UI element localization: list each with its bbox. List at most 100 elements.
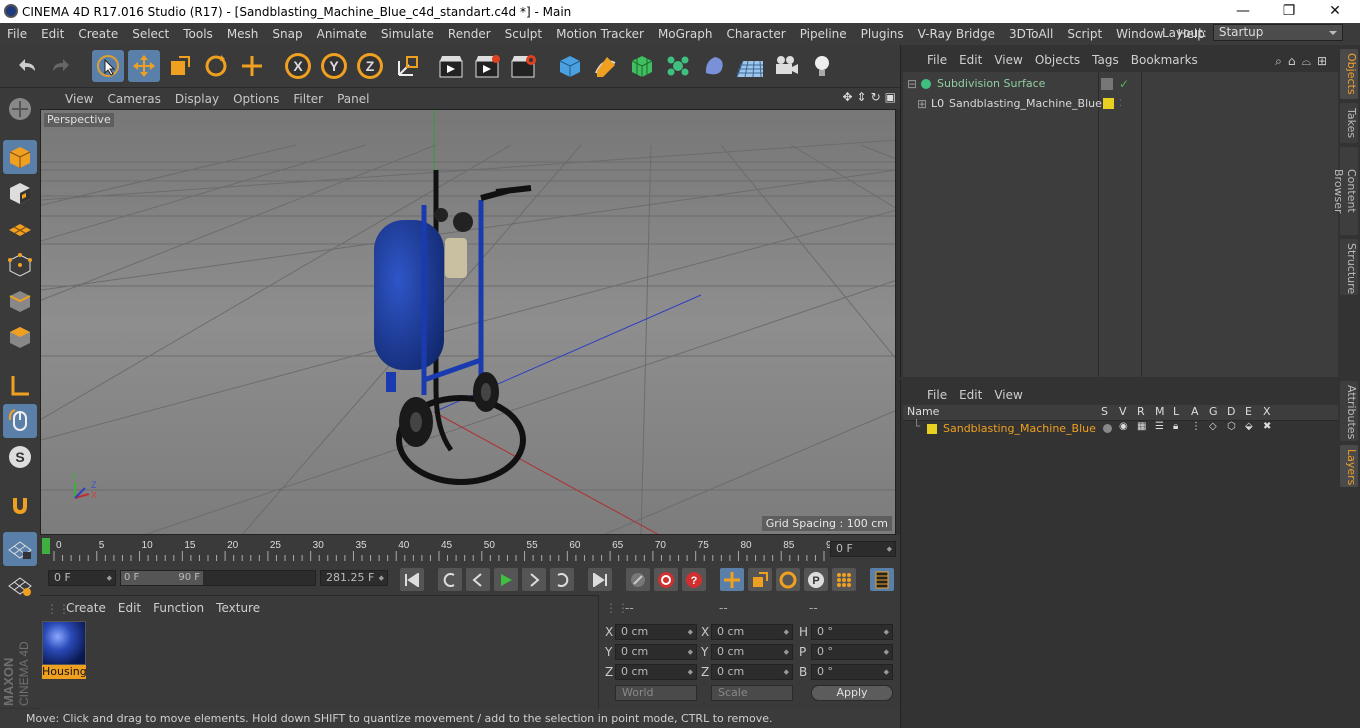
key-parameter-icon[interactable]: P <box>804 568 828 591</box>
current-frame-field[interactable]: 0 F <box>48 570 116 586</box>
previous-key-icon[interactable] <box>438 568 462 591</box>
coord-size-y-field[interactable]: 0 cm <box>711 644 793 660</box>
coord-size-x-field[interactable]: 0 cm <box>711 624 793 640</box>
menu-mesh[interactable]: Mesh <box>220 23 266 45</box>
coord-rot-p-field[interactable]: 0 ° <box>811 644 893 660</box>
floor-environment-icon[interactable] <box>734 50 766 82</box>
rotate-tool-icon[interactable] <box>200 50 232 82</box>
objects-menu-objects[interactable]: Objects <box>1029 53 1086 67</box>
objects-menu-tags[interactable]: Tags <box>1086 53 1125 67</box>
objects-menu-bookmarks[interactable]: Bookmarks <box>1125 53 1204 67</box>
edge-mode-icon[interactable] <box>3 284 37 318</box>
cube-primitive-icon[interactable] <box>554 50 586 82</box>
z-axis-lock-icon[interactable]: Z <box>354 50 386 82</box>
layer-col-solo[interactable]: S <box>1101 405 1108 418</box>
menu-create[interactable]: Create <box>71 23 125 45</box>
menu-snap[interactable]: Snap <box>265 23 309 45</box>
layer-col-deformers[interactable]: D <box>1227 405 1235 418</box>
coord-pos-z-field[interactable]: 0 cm <box>615 664 697 680</box>
next-key-icon[interactable] <box>550 568 574 591</box>
autokeying-icon[interactable]: ? <box>682 568 706 591</box>
object-row-subdivision[interactable]: ⊟ Subdivision Surface ✓ <box>903 74 1339 94</box>
menu-3dtoall[interactable]: 3DToAll <box>1002 23 1060 45</box>
record-active-objects-icon[interactable] <box>654 568 678 591</box>
layer-lock-icon[interactable]: 🔒︎ <box>1173 421 1178 432</box>
layer-col-locked[interactable]: L <box>1173 405 1179 418</box>
redo-icon[interactable] <box>46 50 78 82</box>
menu-tools[interactable]: Tools <box>176 23 220 45</box>
texture-mode-icon[interactable] <box>3 176 37 210</box>
layer-col-name[interactable]: Name <box>907 405 939 418</box>
viewport-maximize-icon[interactable]: ▣ <box>885 90 896 104</box>
render-view-icon[interactable] <box>436 50 468 82</box>
light-icon[interactable] <box>806 50 838 82</box>
go-to-end-icon[interactable] <box>588 568 612 591</box>
coordinate-system-icon[interactable] <box>392 50 424 82</box>
cloner-icon[interactable] <box>662 50 694 82</box>
scale-tool-icon[interactable] <box>164 50 196 82</box>
snap-icon[interactable]: S <box>3 440 37 474</box>
viewport-rotate-icon[interactable]: ↻ <box>871 90 881 104</box>
material-menu-create[interactable]: Create <box>60 601 112 615</box>
maximize-button[interactable]: ❐ <box>1266 0 1312 23</box>
tab-layers[interactable]: Layers <box>1340 445 1358 487</box>
menu-plugins[interactable]: Plugins <box>854 23 911 45</box>
layers-menu-view[interactable]: View <box>988 388 1028 402</box>
layer-col-generators[interactable]: G <box>1209 405 1218 418</box>
planar-workplane-icon[interactable] <box>3 568 37 602</box>
magnet-icon[interactable] <box>3 488 37 522</box>
layer-col-xref[interactable]: X <box>1263 405 1271 418</box>
coord-rot-b-field[interactable]: 0 ° <box>811 664 893 680</box>
tree-expand-icon[interactable]: ⊞ <box>917 94 927 114</box>
y-axis-lock-icon[interactable]: Y <box>318 50 350 82</box>
tree-collapse-icon[interactable]: ⊟ <box>907 74 917 94</box>
minimize-button[interactable]: — <box>1220 0 1266 23</box>
deformer-icon[interactable] <box>698 50 730 82</box>
tab-takes[interactable]: Takes <box>1340 103 1358 143</box>
layer-solo-icon[interactable] <box>1103 424 1112 433</box>
viewport-menu-filter[interactable]: Filter <box>286 92 330 106</box>
coord-size-z-field[interactable]: 0 cm <box>711 664 793 680</box>
coord-scale-dropdown[interactable]: Scale <box>711 685 793 701</box>
layer-deformer-icon[interactable]: ⬡ <box>1227 421 1236 432</box>
objects-menu-edit[interactable]: Edit <box>953 53 988 67</box>
pen-spline-icon[interactable] <box>590 50 622 82</box>
layer-col-manager[interactable]: M <box>1155 405 1165 418</box>
material-menu-texture[interactable]: Texture <box>210 601 266 615</box>
coord-rot-h-field[interactable]: 0 ° <box>811 624 893 640</box>
viewport-move-icon[interactable]: ✥ <box>842 90 852 104</box>
menu-character[interactable]: Character <box>719 23 792 45</box>
move-tool-icon[interactable] <box>128 50 160 82</box>
play-forward-icon[interactable] <box>494 568 518 591</box>
key-scale-icon[interactable] <box>748 568 772 591</box>
layout-select[interactable]: Startup <box>1212 24 1343 41</box>
fps-field[interactable]: 281.25 F <box>320 570 388 586</box>
viewport-zoom-icon[interactable]: ⇕ <box>857 90 867 104</box>
menu-animate[interactable]: Animate <box>310 23 374 45</box>
menu-simulate[interactable]: Simulate <box>374 23 441 45</box>
perspective-viewport[interactable]: Y X Z Perspective Grid Spacing : 100 cm <box>40 109 896 535</box>
recent-tool-icon[interactable] <box>236 50 268 82</box>
layer-color-tag[interactable] <box>1103 98 1114 109</box>
playhead-marker[interactable] <box>42 538 50 554</box>
axis-mode-icon[interactable] <box>3 368 37 402</box>
previous-frame-icon[interactable] <box>466 568 490 591</box>
layer-row[interactable]: └ Sandblasting_Machine_Blue ◉ ▦ ☰ 🔒︎ ⋮ ◇… <box>903 419 1339 437</box>
object-row-sandblasting[interactable]: ⊞ L0 Sandblasting_Machine_Blue ⁚ <box>903 94 1339 114</box>
menu-vray-bridge[interactable]: V-Ray Bridge <box>911 23 1002 45</box>
camera-icon[interactable] <box>770 50 802 82</box>
key-pla-icon[interactable] <box>832 568 856 591</box>
go-to-start-icon[interactable] <box>400 568 424 591</box>
menu-render[interactable]: Render <box>441 23 498 45</box>
material-menu-edit[interactable]: Edit <box>112 601 147 615</box>
layer-color-swatch[interactable] <box>927 424 937 434</box>
make-editable-icon[interactable] <box>3 92 37 126</box>
layer-col-animation[interactable]: A <box>1191 405 1199 418</box>
close-button[interactable]: ✕ <box>1312 0 1358 23</box>
layer-col-view[interactable]: V <box>1119 405 1127 418</box>
apply-button[interactable]: Apply <box>811 685 893 701</box>
layer-generator-icon[interactable]: ◇ <box>1209 421 1217 432</box>
menu-pipeline[interactable]: Pipeline <box>793 23 854 45</box>
polygon-mode-icon[interactable] <box>3 320 37 354</box>
point-mode-icon[interactable] <box>3 248 37 282</box>
